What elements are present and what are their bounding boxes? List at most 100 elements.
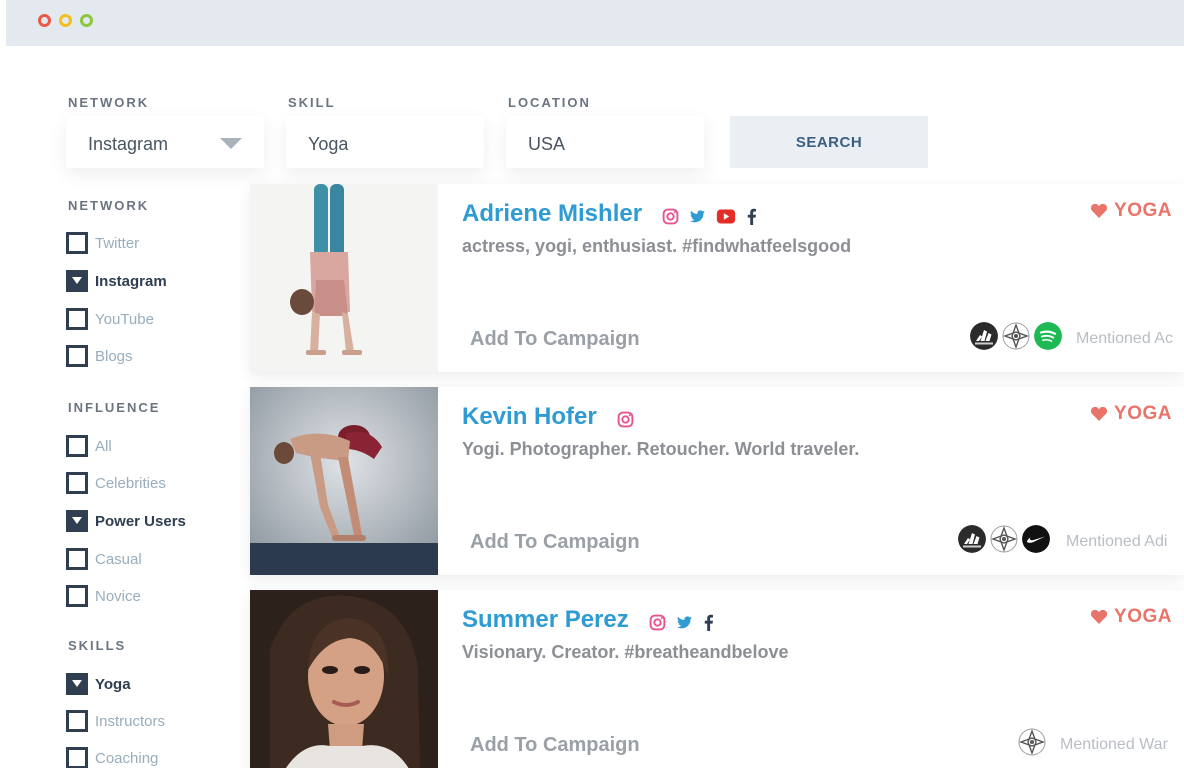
- social-icons: [649, 614, 714, 631]
- influence-filter-heading: INFLUENCE: [68, 400, 161, 415]
- close-window-button[interactable]: [38, 14, 51, 27]
- filter-network-youtube[interactable]: YouTube: [66, 308, 154, 330]
- influencer-name[interactable]: Summer Perez: [462, 606, 629, 634]
- mentioned-brands-text: Mentioned Ac: [1076, 330, 1173, 347]
- filter-label: Instructors: [95, 712, 166, 730]
- adidas-logo-icon: [970, 322, 998, 350]
- filter-label: Novice: [95, 587, 141, 605]
- skill-tag: YOGA: [1090, 403, 1172, 425]
- influencer-card[interactable]: Adriene Mishler actress, yogi, enthusias…: [250, 184, 1184, 372]
- filter-skills-instructors[interactable]: Instructors: [66, 710, 165, 732]
- twitter-icon[interactable]: [676, 614, 693, 631]
- skill-tag: YOGA: [1090, 200, 1172, 222]
- influencer-bio: Visionary. Creator. #breatheandbelove: [462, 642, 789, 662]
- filter-label: Yoga: [95, 675, 131, 693]
- facebook-icon[interactable]: [746, 208, 757, 225]
- influencer-bio: actress, yogi, enthusiast. #findwhatfeel…: [462, 236, 852, 256]
- facebook-icon[interactable]: [703, 614, 714, 631]
- instagram-icon[interactable]: [617, 411, 634, 428]
- influencer-name[interactable]: Kevin Hofer: [462, 403, 597, 431]
- zoom-window-button[interactable]: [80, 14, 93, 27]
- influencer-card[interactable]: Summer Perez Visionary. Creator. #breath…: [250, 590, 1184, 768]
- adidas-logo-icon: [958, 525, 986, 553]
- filter-label: Blogs: [95, 347, 133, 365]
- filter-label: YouTube: [95, 310, 154, 328]
- location-input-value: USA: [528, 134, 566, 154]
- checkbox-checked[interactable]: [66, 673, 88, 695]
- nike-logo-icon: [1022, 525, 1050, 553]
- checkbox[interactable]: [66, 308, 88, 330]
- heart-icon: [1090, 609, 1108, 625]
- network-select[interactable]: Instagram: [66, 116, 264, 168]
- compass-logo-icon: [1002, 322, 1030, 350]
- checkbox[interactable]: [66, 548, 88, 570]
- checkbox[interactable]: [66, 585, 88, 607]
- skill-tag: YOGA: [1090, 606, 1172, 628]
- location-input[interactable]: USA: [506, 116, 704, 168]
- filter-influence-power-users[interactable]: Power Users: [66, 510, 186, 532]
- minimize-window-button[interactable]: [59, 14, 72, 27]
- checkbox[interactable]: [66, 435, 88, 457]
- network-filter-heading: NETWORK: [68, 198, 150, 213]
- handstand-photo-illustration: [250, 184, 438, 372]
- network-select-value: Instagram: [88, 134, 169, 154]
- add-to-campaign-button[interactable]: Add To Campaign: [470, 734, 640, 757]
- search-button[interactable]: SEARCH: [730, 116, 928, 168]
- influencer-bio: Yogi. Photographer. Retoucher. World tra…: [462, 439, 860, 459]
- filter-label: All: [95, 437, 112, 455]
- brand-logos: [958, 525, 1050, 553]
- checkbox[interactable]: [66, 710, 88, 732]
- skill-tag-label: YOGA: [1114, 606, 1172, 627]
- mentioned-brands-text: Mentioned Adi: [1066, 533, 1168, 550]
- social-icons: [662, 208, 757, 225]
- heart-icon: [1090, 406, 1108, 422]
- checkbox-checked[interactable]: [66, 510, 88, 532]
- filter-influence-celebrities[interactable]: Celebrities: [66, 472, 166, 494]
- instagram-icon[interactable]: [649, 614, 666, 631]
- mentioned-brands-text: Mentioned War: [1060, 736, 1168, 753]
- window-titlebar: [6, 0, 1184, 46]
- filter-influence-casual[interactable]: Casual: [66, 548, 142, 570]
- skills-filter-heading: SKILLS: [68, 638, 127, 653]
- app-window: NETWORK Instagram SKILL Yoga LOCATION US…: [6, 46, 1184, 768]
- twitter-icon[interactable]: [689, 208, 706, 225]
- chevron-down-icon: [220, 138, 242, 149]
- filter-label: Power Users: [95, 512, 186, 530]
- checkbox[interactable]: [66, 472, 88, 494]
- heart-icon: [1090, 203, 1108, 219]
- checkbox[interactable]: [66, 232, 88, 254]
- instagram-icon[interactable]: [662, 208, 679, 225]
- filter-network-blogs[interactable]: Blogs: [66, 345, 133, 367]
- skill-tag-label: YOGA: [1114, 200, 1172, 221]
- location-field-label: LOCATION: [508, 95, 591, 110]
- checkbox-checked[interactable]: [66, 270, 88, 292]
- add-to-campaign-button[interactable]: Add To Campaign: [470, 531, 640, 554]
- checkbox[interactable]: [66, 747, 88, 768]
- skill-input[interactable]: Yoga: [286, 116, 484, 168]
- compass-logo-icon: [990, 525, 1018, 553]
- brand-logos: [1018, 728, 1046, 756]
- social-icons: [617, 411, 634, 428]
- influencer-photo: [250, 184, 438, 372]
- brand-logos: [970, 322, 1062, 350]
- filter-network-instagram[interactable]: Instagram: [66, 270, 167, 292]
- filter-label: Instagram: [95, 272, 167, 290]
- filter-skills-yoga[interactable]: Yoga: [66, 673, 131, 695]
- filter-influence-all[interactable]: All: [66, 435, 112, 457]
- spotify-logo-icon: [1034, 322, 1062, 350]
- skill-input-value: Yoga: [308, 134, 349, 154]
- checkbox[interactable]: [66, 345, 88, 367]
- filter-label: Celebrities: [95, 474, 166, 492]
- youtube-icon[interactable]: [716, 209, 736, 224]
- filter-influence-novice[interactable]: Novice: [66, 585, 141, 607]
- filter-label: Coaching: [95, 749, 159, 767]
- add-to-campaign-button[interactable]: Add To Campaign: [470, 328, 640, 351]
- influencer-photo: [250, 590, 438, 768]
- filter-network-twitter[interactable]: Twitter: [66, 232, 139, 254]
- filter-label: Casual: [95, 550, 142, 568]
- filter-skills-coaching[interactable]: Coaching: [66, 747, 158, 768]
- influencer-card[interactable]: Kevin Hofer Yogi. Photographer. Retouche…: [250, 387, 1184, 575]
- crow-pose-photo-illustration: [250, 387, 438, 575]
- influencer-photo: [250, 387, 438, 575]
- influencer-name[interactable]: Adriene Mishler: [462, 200, 642, 228]
